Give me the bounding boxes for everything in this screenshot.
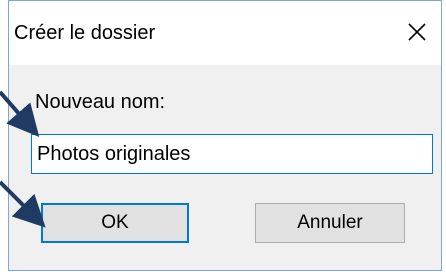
new-name-label: Nouveau nom: <box>35 91 166 113</box>
close-button[interactable] <box>395 1 441 65</box>
cancel-button[interactable]: Annuler <box>255 203 405 243</box>
title-bar: Créer le dossier <box>9 1 441 65</box>
new-name-input[interactable] <box>31 134 433 174</box>
close-icon <box>408 23 426 41</box>
ok-button[interactable]: OK <box>41 203 189 243</box>
screenshot-stage: Créer le dossier Nouveau nom: OK Annuler <box>0 0 446 275</box>
create-folder-dialog: Créer le dossier Nouveau nom: OK Annuler <box>8 0 442 271</box>
dialog-title: Créer le dossier <box>14 22 156 44</box>
